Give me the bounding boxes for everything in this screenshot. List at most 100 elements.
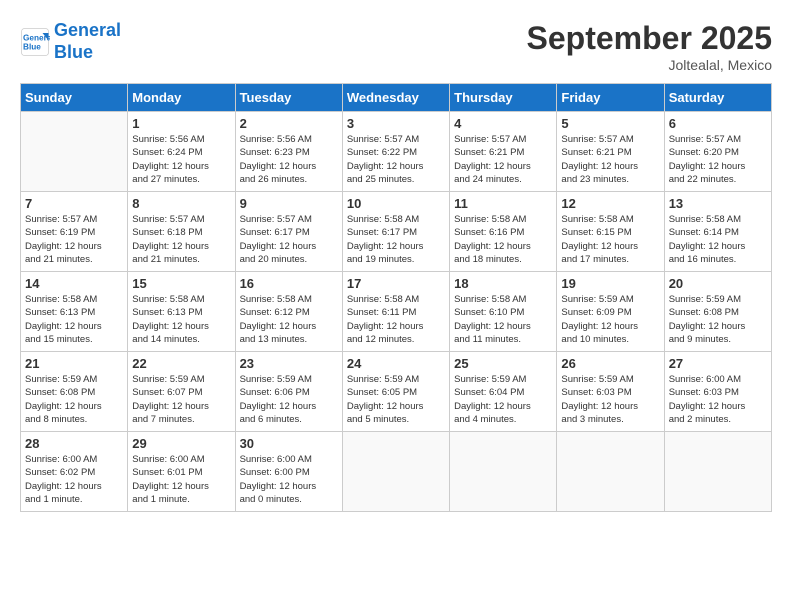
calendar-cell: 9Sunrise: 5:57 AM Sunset: 6:17 PM Daylig…: [235, 192, 342, 272]
day-info: Sunrise: 5:59 AM Sunset: 6:05 PM Dayligh…: [347, 373, 445, 426]
calendar-cell: 25 Sunrise: 5:59 AM Sunset: 6:04 PM Dayli…: [450, 352, 557, 432]
calendar-cell: [21, 112, 128, 192]
day-info: Sunrise: 5:58 AM Sunset: 6:12 PM Dayligh…: [240, 293, 338, 346]
day-info: Sunrise: 5:57 AM Sunset: 6:20 PM Dayligh…: [669, 133, 767, 186]
day-info: Sunrise: 5:58 AM Sunset: 6:11 PM Dayligh…: [347, 293, 445, 346]
calendar-cell: 2 Sunrise: 5:56 AM Sunset: 6:23 PM Daylig…: [235, 112, 342, 192]
calendar-cell: 23 Sunrise: 5:59 AM Sunset: 6:06 PM Dayli…: [235, 352, 342, 432]
day-number: 8: [132, 196, 230, 211]
weekday-header-tuesday: Tuesday: [235, 84, 342, 112]
calendar-cell: 4Sunrise: 5:57 AM Sunset: 6:21 PM Daylig…: [450, 112, 557, 192]
calendar-header-row: SundayMondayTuesdayWednesdayThursdayFrid…: [21, 84, 772, 112]
day-info: Sunrise: 5:57 AM Sunset: 6:22 PM Dayligh…: [347, 133, 445, 186]
calendar-cell: 20Sunrise: 5:59 AM Sunset: 6:08 PM Dayli…: [664, 272, 771, 352]
day-info: Sunrise: 5:58 AM Sunset: 6:10 PM Dayligh…: [454, 293, 552, 346]
day-info: Sunrise: 5:56 AM Sunset: 6:23 PM Dayligh…: [240, 133, 338, 186]
day-info: Sunrise: 6:00 AM Sunset: 6:02 PM Dayligh…: [25, 453, 123, 506]
calendar-cell: 21Sunrise: 5:59 AM Sunset: 6:08 PM Dayli…: [21, 352, 128, 432]
calendar-table: SundayMondayTuesdayWednesdayThursdayFrid…: [20, 83, 772, 512]
day-number: 23: [240, 356, 338, 371]
calendar-cell: 11 Sunrise: 5:58 AM Sunset: 6:16 PM Dayli…: [450, 192, 557, 272]
day-info: Sunrise: 5:59 AM Sunset: 6:04 PM Dayligh…: [454, 373, 552, 426]
day-number: 2: [240, 116, 338, 131]
calendar-cell: 24 Sunrise: 5:59 AM Sunset: 6:05 PM Dayli…: [342, 352, 449, 432]
day-info: Sunrise: 5:59 AM Sunset: 6:06 PM Dayligh…: [240, 373, 338, 426]
weekday-header-wednesday: Wednesday: [342, 84, 449, 112]
calendar-cell: 13Sunrise: 5:58 AM Sunset: 6:14 PM Dayli…: [664, 192, 771, 272]
day-number: 19: [561, 276, 659, 291]
weekday-header-monday: Monday: [128, 84, 235, 112]
day-number: 29: [132, 436, 230, 451]
day-info: Sunrise: 5:57 AM Sunset: 6:18 PM Dayligh…: [132, 213, 230, 266]
day-info: Sunrise: 5:57 AM Sunset: 6:19 PM Dayligh…: [25, 213, 123, 266]
day-number: 14: [25, 276, 123, 291]
calendar-cell: 27Sunrise: 6:00 AM Sunset: 6:03 PM Dayli…: [664, 352, 771, 432]
calendar-week-1: 1 Sunrise: 5:56 AM Sunset: 6:24 PM Daylig…: [21, 112, 772, 192]
calendar-cell: 5Sunrise: 5:57 AM Sunset: 6:21 PM Daylig…: [557, 112, 664, 192]
day-number: 25: [454, 356, 552, 371]
calendar-cell: 6 Sunrise: 5:57 AM Sunset: 6:20 PM Daylig…: [664, 112, 771, 192]
day-info: Sunrise: 6:00 AM Sunset: 6:00 PM Dayligh…: [240, 453, 338, 506]
day-number: 20: [669, 276, 767, 291]
day-info: Sunrise: 6:00 AM Sunset: 6:03 PM Dayligh…: [669, 373, 767, 426]
calendar-cell: 7 Sunrise: 5:57 AM Sunset: 6:19 PM Daylig…: [21, 192, 128, 272]
day-number: 17: [347, 276, 445, 291]
calendar-cell: 12 Sunrise: 5:58 AM Sunset: 6:15 PM Dayli…: [557, 192, 664, 272]
day-number: 10: [347, 196, 445, 211]
calendar-cell: 15 Sunrise: 5:58 AM Sunset: 6:13 PM Dayli…: [128, 272, 235, 352]
calendar-cell: 18 Sunrise: 5:58 AM Sunset: 6:10 PM Dayli…: [450, 272, 557, 352]
calendar-week-4: 21Sunrise: 5:59 AM Sunset: 6:08 PM Dayli…: [21, 352, 772, 432]
day-number: 18: [454, 276, 552, 291]
calendar-cell: 14 Sunrise: 5:58 AM Sunset: 6:13 PM Dayli…: [21, 272, 128, 352]
page-header: General Blue GeneralBlue September 2025 …: [20, 20, 772, 73]
calendar-cell: 22 Sunrise: 5:59 AM Sunset: 6:07 PM Dayli…: [128, 352, 235, 432]
calendar-week-3: 14 Sunrise: 5:58 AM Sunset: 6:13 PM Dayli…: [21, 272, 772, 352]
day-number: 30: [240, 436, 338, 451]
day-info: Sunrise: 5:59 AM Sunset: 6:07 PM Dayligh…: [132, 373, 230, 426]
day-info: Sunrise: 5:58 AM Sunset: 6:16 PM Dayligh…: [454, 213, 552, 266]
day-number: 15: [132, 276, 230, 291]
calendar-cell: 19 Sunrise: 5:59 AM Sunset: 6:09 PM Dayli…: [557, 272, 664, 352]
day-info: Sunrise: 5:58 AM Sunset: 6:15 PM Dayligh…: [561, 213, 659, 266]
weekday-header-sunday: Sunday: [21, 84, 128, 112]
month-title: September 2025: [527, 20, 772, 57]
day-number: 28: [25, 436, 123, 451]
day-number: 3: [347, 116, 445, 131]
weekday-header-friday: Friday: [557, 84, 664, 112]
weekday-header-thursday: Thursday: [450, 84, 557, 112]
day-number: 26: [561, 356, 659, 371]
day-info: Sunrise: 5:58 AM Sunset: 6:13 PM Dayligh…: [25, 293, 123, 346]
day-info: Sunrise: 5:56 AM Sunset: 6:24 PM Dayligh…: [132, 133, 230, 186]
day-number: 6: [669, 116, 767, 131]
day-number: 22: [132, 356, 230, 371]
logo-icon: General Blue: [20, 27, 50, 57]
day-number: 11: [454, 196, 552, 211]
weekday-header-saturday: Saturday: [664, 84, 771, 112]
calendar-cell: 3 Sunrise: 5:57 AM Sunset: 6:22 PM Daylig…: [342, 112, 449, 192]
day-number: 5: [561, 116, 659, 131]
day-info: Sunrise: 5:59 AM Sunset: 6:03 PM Dayligh…: [561, 373, 659, 426]
calendar-cell: 29Sunrise: 6:00 AM Sunset: 6:01 PM Dayli…: [128, 432, 235, 512]
logo-text: GeneralBlue: [54, 20, 121, 63]
calendar-cell: 28 Sunrise: 6:00 AM Sunset: 6:02 PM Dayli…: [21, 432, 128, 512]
day-info: Sunrise: 5:58 AM Sunset: 6:17 PM Dayligh…: [347, 213, 445, 266]
day-info: Sunrise: 5:59 AM Sunset: 6:09 PM Dayligh…: [561, 293, 659, 346]
calendar-cell: 1 Sunrise: 5:56 AM Sunset: 6:24 PM Daylig…: [128, 112, 235, 192]
calendar-cell: 17 Sunrise: 5:58 AM Sunset: 6:11 PM Dayli…: [342, 272, 449, 352]
day-number: 24: [347, 356, 445, 371]
calendar-cell: 10 Sunrise: 5:58 AM Sunset: 6:17 PM Dayli…: [342, 192, 449, 272]
calendar-cell: 8 Sunrise: 5:57 AM Sunset: 6:18 PM Daylig…: [128, 192, 235, 272]
day-number: 13: [669, 196, 767, 211]
calendar-cell: [664, 432, 771, 512]
day-number: 12: [561, 196, 659, 211]
day-number: 1: [132, 116, 230, 131]
day-number: 7: [25, 196, 123, 211]
calendar-cell: 30 Sunrise: 6:00 AM Sunset: 6:00 PM Dayli…: [235, 432, 342, 512]
day-number: 21: [25, 356, 123, 371]
title-block: September 2025 Joltealal, Mexico: [527, 20, 772, 73]
svg-text:Blue: Blue: [23, 42, 41, 51]
day-info: Sunrise: 5:58 AM Sunset: 6:13 PM Dayligh…: [132, 293, 230, 346]
calendar-cell: [557, 432, 664, 512]
calendar-cell: [450, 432, 557, 512]
day-info: Sunrise: 5:57 AM Sunset: 6:21 PM Dayligh…: [454, 133, 552, 186]
